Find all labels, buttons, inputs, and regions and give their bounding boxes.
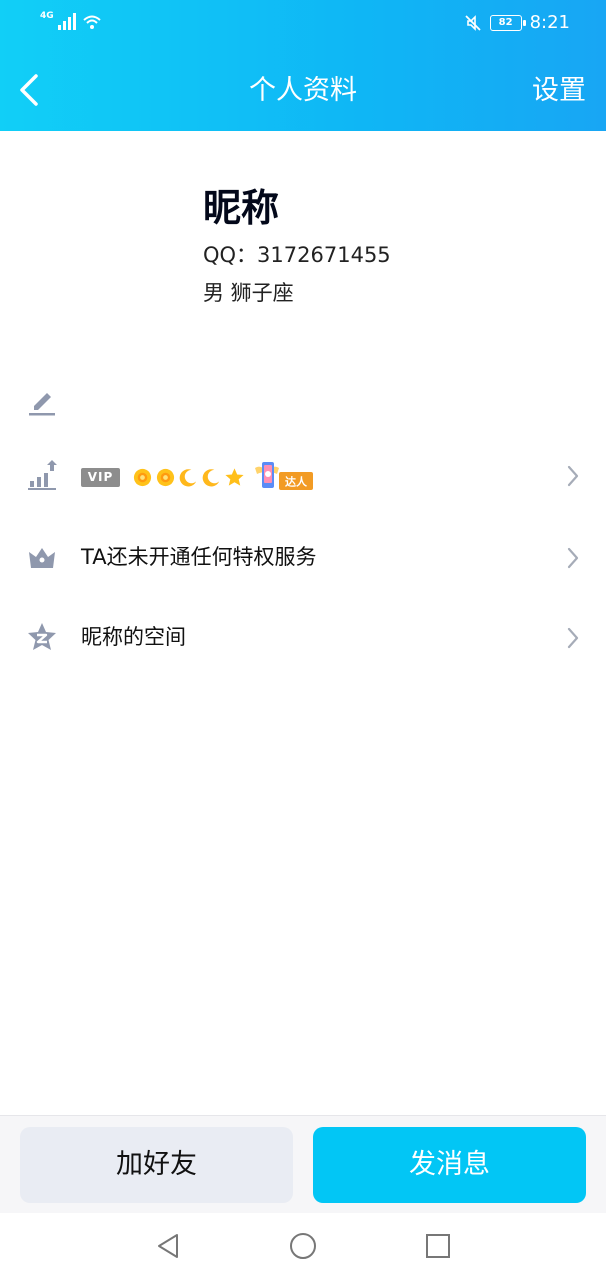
mute-icon <box>464 15 481 31</box>
qzone-text: 昵称的空间 <box>81 625 186 649</box>
nickname: 昵称 <box>203 186 280 230</box>
sun-icon <box>133 468 152 486</box>
wifi-icon <box>82 15 101 29</box>
level-chart-icon <box>28 460 57 490</box>
clock: 8:21 <box>529 12 570 33</box>
chevron-right-icon <box>567 627 579 649</box>
chevron-right-icon <box>567 465 579 487</box>
system-nav-bar <box>0 1213 606 1280</box>
moon-icon <box>202 468 220 486</box>
battery-icon: 82 <box>489 15 526 31</box>
daren-label: 达人 <box>285 475 308 489</box>
crown-icon <box>29 548 55 568</box>
battery-level: 82 <box>498 17 513 28</box>
page-title: 个人资料 <box>249 75 357 106</box>
status-bar: 4G 82 8:21 <box>0 0 606 48</box>
signature-row[interactable] <box>0 368 606 438</box>
top-nav: 个人资料 设置 <box>0 48 606 131</box>
settings-button[interactable]: 设置 <box>532 73 586 109</box>
gender-zodiac: 男 狮子座 <box>203 281 294 305</box>
vip-levels: VIP 达人 <box>81 459 315 495</box>
moon-icon <box>179 468 197 486</box>
star-icon <box>225 467 244 486</box>
level-icons <box>132 467 245 488</box>
signal-icon <box>57 12 76 30</box>
network-type: 4G <box>40 11 54 21</box>
privilege-row[interactable]: TA还未开通任何特权服务 <box>0 524 606 594</box>
send-message-button[interactable]: 发消息 <box>313 1127 586 1203</box>
recents-square-icon[interactable] <box>423 1231 453 1261</box>
qzone-star-icon <box>28 623 56 650</box>
home-circle-icon[interactable] <box>288 1231 318 1261</box>
privilege-text: TA还未开通任何特权服务 <box>81 545 317 569</box>
edit-icon <box>29 393 55 416</box>
daren-badge-icon: 达人 <box>255 462 313 490</box>
back-triangle-icon[interactable] <box>153 1231 183 1261</box>
qq-number: QQ：3172671455 <box>203 243 391 267</box>
level-row[interactable]: VIP 达人 <box>0 442 606 512</box>
profile-info: 昵称 QQ：3172671455 男 狮子座 <box>203 182 391 308</box>
chevron-right-icon <box>567 547 579 569</box>
qzone-row[interactable]: 昵称的空间 <box>0 604 606 674</box>
sun-icon <box>156 468 175 486</box>
action-bar: 加好友 发消息 <box>0 1115 606 1213</box>
vip-badge: VIP <box>81 467 120 487</box>
add-friend-button[interactable]: 加好友 <box>20 1127 293 1203</box>
header: 4G 82 8:21 个人资料 设置 <box>0 0 606 131</box>
